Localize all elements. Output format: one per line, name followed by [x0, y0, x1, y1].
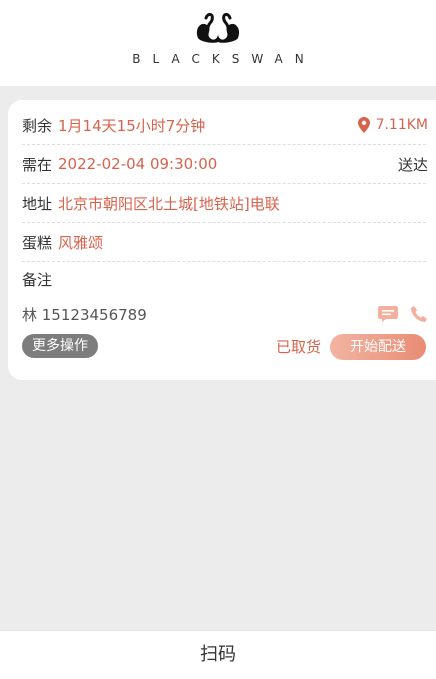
distance-value: 7.11KM	[375, 117, 428, 133]
message-icon[interactable]	[378, 305, 398, 323]
contact-row: 林 15123456789	[22, 300, 428, 328]
address-label: 地址	[22, 194, 53, 213]
cake-label: 蛋糕	[22, 233, 53, 252]
remaining-value: 1月14天15小时7分钟	[58, 116, 206, 135]
phone-icon[interactable]	[410, 305, 428, 323]
location-pin-icon	[357, 117, 370, 133]
note-label: 备注	[22, 270, 53, 289]
brand-name: BLACKSWAN	[132, 52, 316, 66]
distance: 7.11KM	[357, 117, 428, 133]
cake-value: 风雅颂	[58, 233, 104, 252]
address-value[interactable]: 北京市朝阳区北土城[地铁站]电联	[58, 193, 280, 214]
remaining-label: 剩余	[22, 116, 53, 135]
app-header: BLACKSWAN	[0, 0, 436, 86]
remaining-row: 剩余 1月14天15小时7分钟 7.11KM	[22, 106, 428, 144]
picked-up-button[interactable]: 已取货	[276, 336, 321, 357]
required-label: 需在	[22, 155, 53, 174]
divider	[22, 261, 426, 262]
start-delivery-button[interactable]: 开始配送	[330, 334, 426, 360]
address-row: 地址 北京市朝阳区北土城[地铁站]电联	[22, 184, 428, 222]
more-actions-button[interactable]: 更多操作	[22, 334, 98, 358]
cake-row: 蛋糕 风雅颂	[22, 223, 428, 261]
contact-name-phone: 林 15123456789	[22, 305, 147, 324]
required-time: 2022-02-04 09:30:00	[58, 155, 218, 173]
scan-button[interactable]: 扫码	[0, 630, 436, 679]
required-row: 需在 2022-02-04 09:30:00 送达	[22, 145, 428, 183]
order-card: 剩余 1月14天15小时7分钟 7.11KM 需在 2022-02-04 09:…	[8, 100, 436, 380]
swan-logo-icon	[196, 12, 240, 43]
note-row: 备注	[22, 264, 428, 294]
required-suffix: 送达	[397, 155, 428, 174]
